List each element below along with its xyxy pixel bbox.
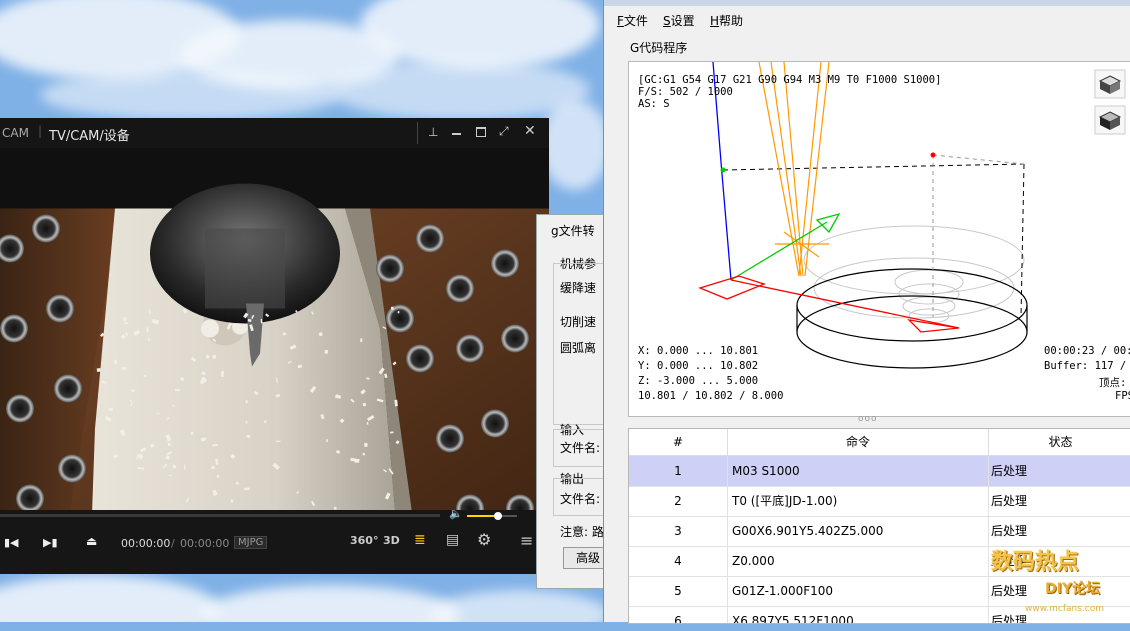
table-row[interactable]: 2 T0 ([平底]JD-1.00) 后处理 bbox=[629, 486, 1130, 517]
settings-gear-icon[interactable]: ⚙ bbox=[477, 530, 491, 549]
splitter-handle[interactable]: ooo bbox=[858, 414, 878, 424]
subtitle-icon[interactable]: ▤ bbox=[446, 532, 459, 548]
row-number: 1 bbox=[674, 464, 682, 478]
row-number: 5 bbox=[674, 584, 682, 598]
z-range-text: Z: -3.000 ... 5.000 bbox=[638, 375, 759, 387]
row-command: T0 ([平底]JD-1.00) bbox=[732, 494, 838, 508]
3d-toolpath-view[interactable]: [GC:G1 G54 G17 G21 G90 G94 M3 M9 T0 F100… bbox=[628, 61, 1130, 417]
3d-button[interactable]: 3D bbox=[383, 534, 400, 547]
column-header-number[interactable]: # bbox=[629, 429, 728, 456]
watermark-sub-text: DIY论坛 bbox=[1045, 581, 1100, 597]
row-status: 后处理 bbox=[991, 494, 1028, 508]
volume-slider[interactable] bbox=[467, 512, 517, 520]
feed-speed-text: F/S: 502 / 1000 bbox=[638, 86, 733, 98]
player-control-bar: 🔈 ▮◀ ▶▮ ⏏ 00:00:00 / 00:00:00 MJPG 360° … bbox=[0, 507, 549, 574]
fps-text: FPS bbox=[1115, 390, 1130, 402]
video-player-window: CAM | TV/CAM/设备 ⊥ ⤢ ✕ 🔈 ▮◀ ▶▮ ⏏ 00:00:00… bbox=[0, 118, 549, 574]
volume-knob[interactable] bbox=[494, 512, 502, 520]
time-current: 00:00:00 bbox=[121, 537, 171, 550]
size-text: 10.801 / 10.802 / 8.000 bbox=[638, 390, 784, 402]
row-command: G00X6.901Y5.402Z5.000 bbox=[732, 524, 884, 538]
watermark-logo-text: 数码热点 bbox=[991, 550, 1080, 575]
eject-icon[interactable]: ⏏ bbox=[86, 534, 97, 548]
menu-icon[interactable]: ≡ bbox=[520, 531, 533, 550]
row-number: 4 bbox=[674, 554, 682, 568]
next-icon[interactable]: ▶▮ bbox=[43, 536, 58, 549]
gcode-group-title: G代码程序 bbox=[630, 41, 688, 55]
as-text: AS: S bbox=[638, 98, 670, 110]
row-command: X6.897Y5.512F1000 bbox=[732, 614, 854, 624]
column-header-status[interactable]: 状态 bbox=[989, 429, 1130, 456]
player-app-label: CAM bbox=[2, 126, 29, 140]
vertices-text: 顶点: bbox=[1099, 377, 1127, 389]
watermark-url: www.mcfans.com bbox=[1025, 604, 1104, 614]
converter-title: g文件转 bbox=[551, 224, 595, 238]
watermark-logo: 数码热点 DIY论坛 www.mcfans.com bbox=[985, 540, 1125, 620]
row-number: 3 bbox=[674, 524, 682, 538]
menu-settings[interactable]: S设置 bbox=[663, 12, 695, 29]
seek-bar[interactable] bbox=[0, 514, 440, 517]
row-command: G01Z-1.000F100 bbox=[732, 584, 834, 598]
converter-note: 注意: 路 bbox=[560, 525, 604, 539]
playlist-search-icon[interactable]: ≣ bbox=[414, 532, 426, 548]
row-command: Z0.000 bbox=[732, 554, 775, 568]
maximize-icon[interactable] bbox=[476, 127, 486, 137]
table-row[interactable]: 1 M03 S1000 后处理 bbox=[629, 456, 1130, 487]
time-total: 00:00:00 bbox=[180, 537, 230, 550]
row-number: 6 bbox=[674, 614, 682, 624]
close-icon[interactable]: ✕ bbox=[524, 123, 536, 139]
player-title-bar[interactable]: CAM | TV/CAM/设备 ⊥ ⤢ ✕ bbox=[0, 118, 549, 148]
elapsed-time-text: 00:00:23 / 00:0 bbox=[1044, 345, 1130, 357]
gcode-converter-window: g文件转 机械参 缓降速 切削速 圆弧离 输入 文件名: 输出 文件名: 注意:… bbox=[536, 214, 627, 589]
minimize-icon[interactable] bbox=[452, 133, 461, 135]
fullscreen-icon[interactable]: ⤢ bbox=[499, 124, 509, 139]
top-view-button[interactable] bbox=[1094, 105, 1126, 135]
x-range-text: X: 0.000 ... 10.801 bbox=[638, 345, 759, 357]
previous-icon[interactable]: ▮◀ bbox=[4, 536, 19, 549]
y-range-text: Y: 0.000 ... 10.802 bbox=[638, 360, 759, 372]
volume-icon[interactable]: 🔈 bbox=[449, 507, 463, 520]
row-command: M03 S1000 bbox=[732, 464, 800, 478]
menu-help[interactable]: H帮助 bbox=[710, 12, 743, 29]
buffer-text: Buffer: 117 / 9 bbox=[1044, 360, 1130, 372]
row-status: 后处理 bbox=[991, 464, 1028, 478]
column-header-command[interactable]: 命令 bbox=[728, 429, 989, 456]
isometric-view-button[interactable] bbox=[1094, 69, 1126, 99]
pin-icon[interactable]: ⊥ bbox=[428, 125, 438, 139]
codec-badge: MJPG bbox=[234, 536, 268, 549]
grbl-control-window: F文件 S设置 H帮助 G代码程序 [GC:G1 G54 G17 G21 G90… bbox=[603, 0, 1130, 624]
time-separator: / bbox=[171, 537, 175, 550]
player-title: TV/CAM/设备 bbox=[49, 129, 130, 144]
row-number: 2 bbox=[674, 494, 682, 508]
menu-file[interactable]: F文件 bbox=[617, 12, 648, 29]
360-button[interactable]: 360° bbox=[350, 534, 378, 547]
modal-state-text: [GC:G1 G54 G17 G21 G90 G94 M3 M9 T0 F100… bbox=[638, 74, 942, 86]
